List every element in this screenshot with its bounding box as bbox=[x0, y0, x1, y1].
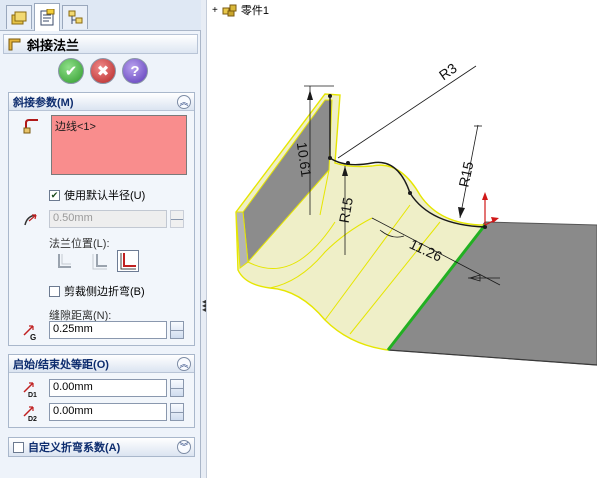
start-end-offset-title: 启始/结束处等距(O) bbox=[13, 358, 109, 371]
feature-tree-icon bbox=[11, 11, 27, 24]
collapse-icon[interactable]: ︽ bbox=[177, 94, 191, 109]
splitter-grip-icon[interactable]: ◂ ◂ ◂ bbox=[202, 298, 206, 314]
end-offset-field[interactable]: 0.00mm bbox=[49, 403, 167, 421]
cancel-button[interactable]: ✖ bbox=[90, 58, 116, 84]
edge-selection-list[interactable]: 边线<1> bbox=[51, 115, 187, 175]
material-inside-button[interactable] bbox=[53, 250, 75, 272]
sketch-point bbox=[328, 156, 332, 160]
property-manager-icon bbox=[40, 8, 55, 25]
material-outside-icon bbox=[92, 254, 107, 270]
sketch-point bbox=[408, 191, 412, 195]
material-inside-icon bbox=[58, 254, 71, 268]
gap-icon-letter: G bbox=[30, 333, 36, 341]
dimension-r15-right[interactable]: R15 bbox=[455, 160, 476, 189]
sketch-point bbox=[483, 225, 487, 229]
gap-distance-icon: G bbox=[23, 325, 36, 341]
custom-bend-allowance-group: 自定义折弯系数(A) ︾ bbox=[8, 437, 195, 457]
end-offset-spinner[interactable] bbox=[170, 403, 184, 421]
help-button[interactable]: ? bbox=[122, 58, 148, 84]
start-offset-icon-label: D1 bbox=[28, 392, 37, 398]
trim-side-bends-checkbox[interactable] bbox=[49, 285, 60, 297]
dimension-r3[interactable]: R3 bbox=[436, 60, 460, 83]
bend-radius-icon bbox=[24, 214, 37, 226]
panel-tab-bar bbox=[0, 0, 201, 31]
use-default-radius-checkbox[interactable]: ✔ bbox=[49, 189, 60, 201]
property-manager-panel: 斜接法兰 ✔ ✖ ? 斜接参数(M) ︽ 边线<1> ✔ 使用默认半径(U) 0… bbox=[0, 0, 201, 478]
gap-distance-field[interactable]: 0.25mm bbox=[49, 321, 167, 339]
triad-y-arrow-icon bbox=[482, 192, 488, 200]
use-default-radius-label: 使用默认半径(U) bbox=[64, 190, 146, 202]
miter-parameters-group: 斜接参数(M) ︽ 边线<1> ✔ 使用默认半径(U) 0.50mm 法兰位置(… bbox=[8, 92, 195, 346]
miter-parameters-header[interactable]: 斜接参数(M) ︽ bbox=[9, 93, 194, 111]
sketch-point bbox=[328, 94, 332, 98]
expand-icon[interactable]: ︾ bbox=[177, 440, 191, 454]
start-offset-field[interactable]: 0.00mm bbox=[49, 379, 167, 397]
material-outside-button[interactable] bbox=[89, 250, 111, 272]
trim-side-bends-label: 剪裁侧边折弯(B) bbox=[64, 286, 145, 298]
flange-position-label: 法兰位置(L): bbox=[49, 238, 110, 250]
use-default-radius-row[interactable]: ✔ 使用默认半径(U) bbox=[49, 187, 145, 203]
feature-title: 斜接法兰 bbox=[27, 37, 80, 53]
start-offset-spinner[interactable] bbox=[170, 379, 184, 397]
custom-bend-allowance-title: 自定义折弯系数(A) bbox=[28, 442, 121, 454]
tab-property-manager[interactable] bbox=[34, 3, 60, 31]
configuration-icon bbox=[68, 10, 83, 24]
miter-parameters-title: 斜接参数(M) bbox=[13, 96, 74, 109]
feature-title-bar: 斜接法兰 bbox=[3, 34, 198, 54]
bend-outside-icon bbox=[120, 253, 136, 270]
trim-side-bends-row[interactable]: 剪裁侧边折弯(B) bbox=[49, 283, 145, 299]
r3-leader bbox=[337, 65, 477, 159]
custom-bend-allowance-checkbox[interactable] bbox=[13, 441, 24, 453]
collapse-icon[interactable]: ︽ bbox=[177, 356, 191, 371]
bend-outside-button[interactable] bbox=[117, 250, 139, 272]
sketch-point bbox=[346, 161, 350, 165]
end-offset-icon: D2 bbox=[23, 406, 37, 422]
start-end-offset-header[interactable]: 启始/结束处等距(O) ︽ bbox=[9, 355, 194, 373]
edge-select-icon bbox=[23, 119, 38, 134]
bend-radius-spinner bbox=[170, 210, 184, 228]
start-offset-icon: D1 bbox=[23, 382, 37, 398]
selected-edge-item[interactable]: 边线<1> bbox=[55, 121, 96, 133]
gap-distance-spinner[interactable] bbox=[170, 321, 184, 339]
miter-flange-icon bbox=[8, 38, 21, 51]
bend-radius-field: 0.50mm bbox=[49, 210, 167, 228]
arrow-icon bbox=[458, 207, 465, 218]
graphics-viewport[interactable]: R3 10.61 R15 R15 11.26 bbox=[207, 0, 597, 478]
end-offset-icon-label: D2 bbox=[28, 416, 37, 422]
action-buttons: ✔ ✖ ? bbox=[58, 58, 148, 84]
arrow-icon bbox=[307, 90, 313, 100]
tab-configuration-manager[interactable] bbox=[62, 5, 88, 29]
tab-feature-manager[interactable] bbox=[6, 5, 32, 29]
custom-bend-allowance-header[interactable]: 自定义折弯系数(A) ︾ bbox=[9, 438, 194, 456]
start-end-offset-group: 启始/结束处等距(O) ︽ D1 0.00mm D2 0.00mm bbox=[8, 354, 195, 428]
ok-button[interactable]: ✔ bbox=[58, 58, 84, 84]
